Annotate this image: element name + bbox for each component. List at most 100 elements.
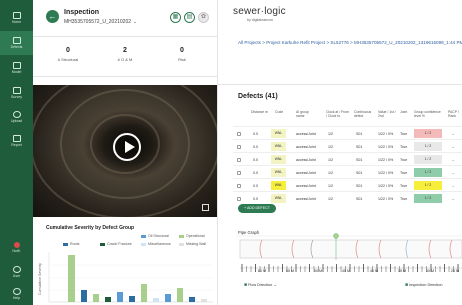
nav-item-label: Defects xyxy=(10,44,23,49)
nav-item-label: User xyxy=(12,273,21,278)
confidence-badge: 1 / 2 xyxy=(414,142,442,151)
arrow-left-icon: ← xyxy=(48,12,57,21)
nav-item-notifications[interactable]: Notif. xyxy=(0,236,33,260)
user-icon xyxy=(12,265,21,273)
defect-marker xyxy=(378,239,382,259)
confidence-badge: 1 / 2 xyxy=(414,155,442,164)
scale-label: 50 M xyxy=(314,269,322,273)
panel-divider xyxy=(217,0,218,305)
severity-bar xyxy=(189,297,195,302)
severity-bar xyxy=(93,294,99,302)
count-risk: 0 Risk xyxy=(157,47,207,62)
column-header[interactable]: Clock at / From / Clock to xyxy=(326,110,350,119)
inspection-id: MH3535705572_U_20210202 xyxy=(64,19,132,25)
cell-clock: 1/2 xyxy=(328,197,333,201)
list-view-button[interactable]: ▤ xyxy=(184,12,195,23)
confidence-badge: 1 / 2 xyxy=(414,194,442,203)
home-icon xyxy=(12,11,21,19)
count-structural: 0 # Structural xyxy=(43,47,93,62)
cell-rank: -- xyxy=(452,132,455,136)
cell-distance: 0.0 xyxy=(253,158,258,162)
nav-item-label: Survey xyxy=(11,94,22,99)
row-checkbox[interactable] xyxy=(237,145,241,149)
breadcrumb[interactable]: All Projects > Project Karkuhe Refit Pro… xyxy=(238,40,462,45)
cell-group: access/Joint xyxy=(296,158,316,162)
column-header[interactable]: Value / 1st / 2nd xyxy=(378,110,398,119)
cell-rank: -- xyxy=(452,184,455,188)
grid-view-button[interactable]: ▦ xyxy=(170,12,181,23)
row-checkbox[interactable] xyxy=(237,197,241,201)
row-checkbox[interactable] xyxy=(237,171,241,175)
row-checkbox[interactable] xyxy=(237,132,241,136)
severity-bar xyxy=(165,294,171,302)
column-header[interactable]: PACP / Rank xyxy=(448,110,462,119)
cell-joint: True xyxy=(400,184,408,188)
cell-distance: 0.0 xyxy=(253,184,258,188)
cell-rank: -- xyxy=(452,145,455,149)
severity-bars: Cumulative Severity xyxy=(38,252,213,303)
column-header[interactable]: AI group name xyxy=(296,110,318,119)
nav-item-label: Model xyxy=(11,69,22,74)
defects-icon xyxy=(12,36,21,44)
settings-button[interactable]: ✿ xyxy=(198,12,209,23)
pipe-scale-labels: 60 M 55 M 50 M 45 M 40 M 35 M 30 M 25 M xyxy=(258,269,459,273)
scale-label: 60 M xyxy=(258,269,266,273)
brand-logo: sewer·logic xyxy=(233,6,286,17)
cell-value: 1/22 / 0% xyxy=(378,158,394,162)
severity-bar xyxy=(129,296,135,302)
column-header[interactable]: Continuous defect xyxy=(354,110,374,119)
inspection-title: Inspection xyxy=(64,9,100,16)
row-checkbox[interactable] xyxy=(237,184,241,188)
inspection-video[interactable] xyxy=(33,85,217,217)
count-label: # O & M xyxy=(117,57,133,62)
position-handle[interactable] xyxy=(333,233,339,239)
inspection-selector[interactable]: MH3535705572_U_20210202 ⌄ xyxy=(64,19,137,25)
grid-icon: ▦ xyxy=(172,14,179,20)
document-icon xyxy=(12,134,21,142)
row-checkbox[interactable] xyxy=(237,158,241,162)
cell-continuous: S01 xyxy=(356,132,363,136)
scale-label: 35 M xyxy=(398,269,406,273)
column-header[interactable]: Joint xyxy=(400,110,407,114)
column-header[interactable]: Code xyxy=(275,110,283,114)
nav-item-user[interactable]: User xyxy=(0,260,33,284)
defect-marker xyxy=(259,239,263,259)
help-icon xyxy=(12,287,21,295)
defect-marker xyxy=(355,239,359,259)
nav-item-label: Home xyxy=(11,19,22,24)
inspection-header: ← Inspection MH3535705572_U_20210202 ⌄ ▦ … xyxy=(33,0,217,37)
add-defect-button[interactable]: + ADD DEFECT xyxy=(238,204,276,213)
cell-value: 1/22 / 0% xyxy=(378,132,394,136)
scale-label: 40 M xyxy=(370,269,378,273)
nav-item-defects[interactable]: Defects xyxy=(0,31,33,55)
severity-chart: Cumulative Severity by Defect Group Oil … xyxy=(33,220,217,305)
back-button[interactable]: ← xyxy=(46,10,59,23)
pipe-body xyxy=(239,239,462,259)
defect-code: WNL xyxy=(271,194,286,203)
nav-item-help[interactable]: Help xyxy=(0,282,33,305)
nav-item-upload[interactable]: Upload xyxy=(0,105,33,129)
scale-label: 45 M xyxy=(342,269,350,273)
cell-continuous: S01 xyxy=(356,145,363,149)
cell-value: 1/22 / 0% xyxy=(378,145,394,149)
leaf-icon: ✿ xyxy=(200,14,207,20)
severity-bar xyxy=(117,292,123,302)
confidence-badge: 1 / 2 xyxy=(414,129,442,138)
nav-item-report[interactable]: Report xyxy=(0,129,33,153)
severity-bar xyxy=(68,255,75,302)
cell-rank: -- xyxy=(452,197,455,201)
nav-item-model[interactable]: Model xyxy=(0,56,33,80)
column-header[interactable]: Distance m xyxy=(251,110,268,114)
nav-item-home[interactable]: Home xyxy=(0,6,33,30)
play-button[interactable] xyxy=(113,133,141,161)
cell-group: access/Joint xyxy=(296,184,316,188)
nav-item-survey[interactable]: Survey xyxy=(0,81,33,105)
severity-bar xyxy=(153,298,159,302)
cell-clock: 1/2 xyxy=(328,145,333,149)
defect-code: WNL xyxy=(271,142,286,151)
column-header[interactable]: Group confidence level % xyxy=(414,110,444,119)
list-icon xyxy=(12,61,21,69)
fullscreen-icon[interactable] xyxy=(202,204,209,211)
cell-joint: True xyxy=(400,158,408,162)
defect-marker xyxy=(291,239,295,259)
